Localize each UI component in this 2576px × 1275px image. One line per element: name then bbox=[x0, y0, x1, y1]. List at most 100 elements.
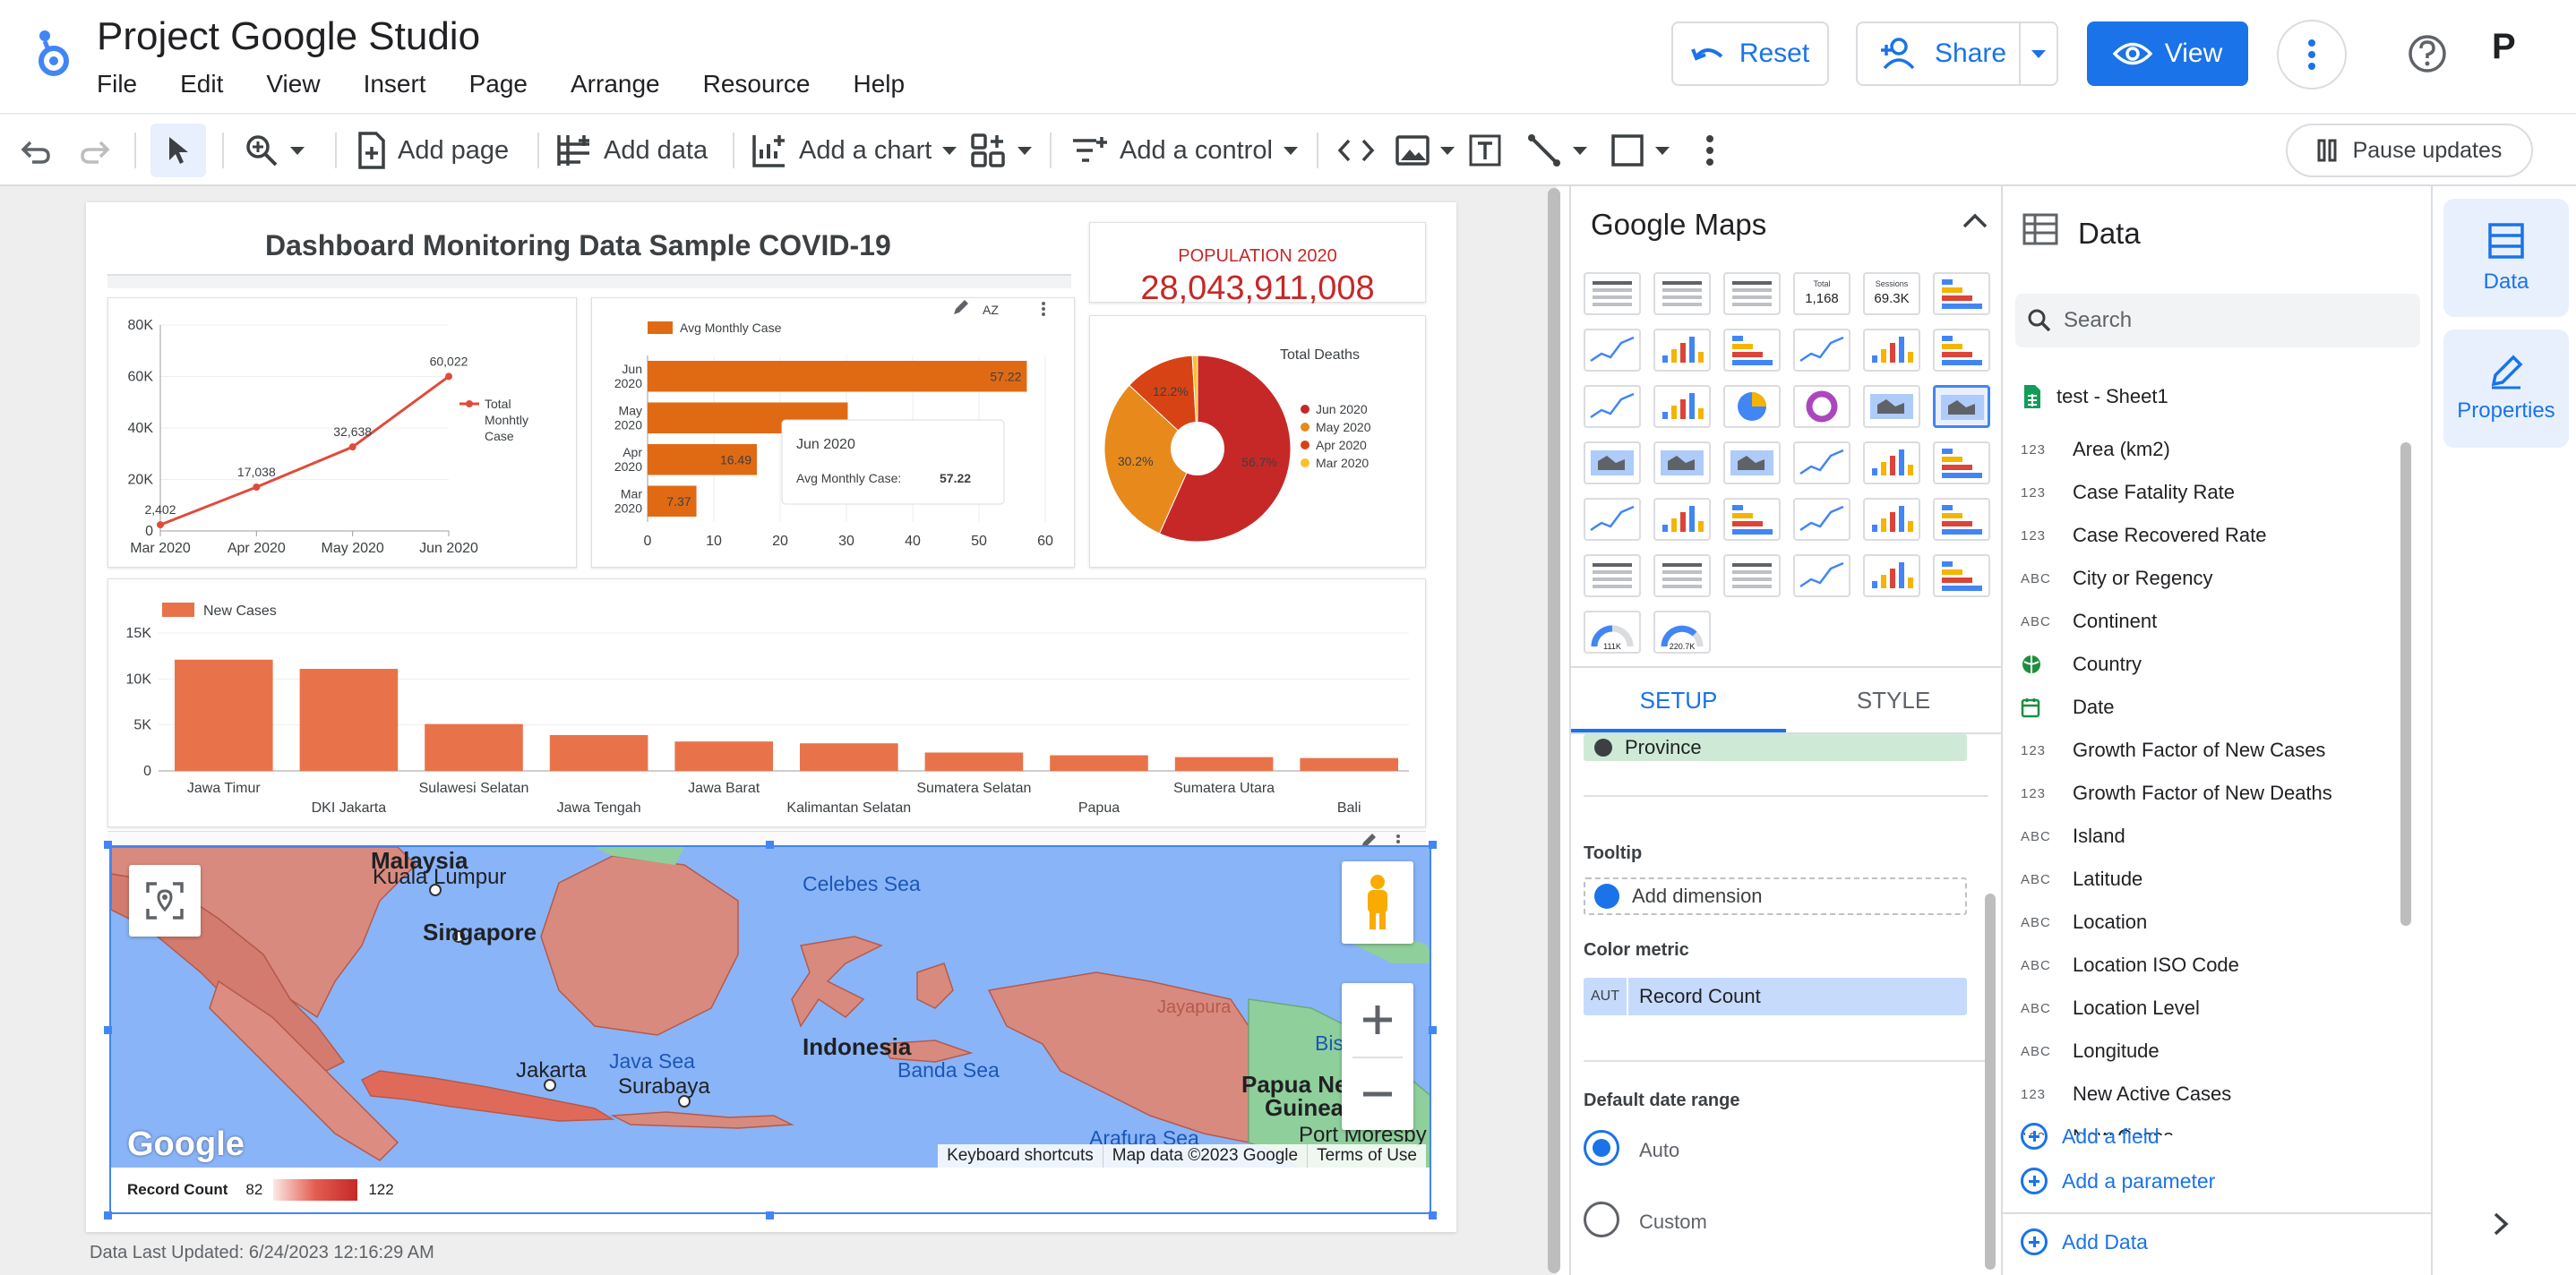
more-vert-dot[interactable] bbox=[1042, 312, 1045, 316]
undo-button[interactable] bbox=[20, 115, 52, 186]
add-parameter-link[interactable]: Add a parameter bbox=[2021, 1168, 2215, 1194]
chart-type-thumb[interactable] bbox=[1584, 329, 1641, 372]
tab-style[interactable]: STYLE bbox=[1786, 668, 2001, 732]
menu-page[interactable]: Page bbox=[469, 70, 528, 98]
data-rail-button[interactable]: Data bbox=[2443, 199, 2569, 317]
new-cases-bar-chart[interactable]: New Cases 0 5K 10K 15K Jawa Timur DKI Jakarta S… bbox=[108, 579, 1427, 828]
chart-type-thumb[interactable] bbox=[1933, 272, 1990, 315]
chart-type-thumb[interactable] bbox=[1653, 329, 1711, 372]
street-view-pegman-button[interactable] bbox=[1342, 861, 1413, 944]
date-range-custom-radio[interactable] bbox=[1584, 1202, 1619, 1237]
chart-type-thumb[interactable] bbox=[1653, 272, 1711, 315]
share-dropdown-chevron-icon[interactable] bbox=[2031, 50, 2046, 58]
community-visualizations-button[interactable] bbox=[969, 115, 1032, 186]
share-button[interactable]: Share bbox=[1856, 21, 2058, 86]
report-title[interactable]: Project Google Studio bbox=[97, 14, 480, 59]
menu-edit[interactable]: Edit bbox=[180, 70, 223, 98]
zoom-button[interactable] bbox=[244, 115, 305, 186]
avatar[interactable]: P bbox=[2492, 27, 2516, 67]
data-field-row[interactable]: ABC Location ISO Code bbox=[2021, 946, 2239, 985]
menu-help[interactable]: Help bbox=[853, 70, 905, 98]
resize-handle[interactable] bbox=[104, 1026, 112, 1034]
chart-type-thumb[interactable] bbox=[1863, 554, 1920, 597]
resize-handle[interactable] bbox=[766, 1211, 774, 1219]
image-button[interactable] bbox=[1395, 115, 1455, 186]
bar[interactable] bbox=[1300, 757, 1398, 771]
line-chart-card[interactable]: 0 20K 40K 60K 80K Mar 2020 Apr 2020 May 2020 Jun… bbox=[107, 297, 577, 568]
data-field-row[interactable]: 123 Case Recovered Rate bbox=[2021, 516, 2266, 555]
resize-handle[interactable] bbox=[766, 841, 774, 849]
bar[interactable] bbox=[1050, 755, 1148, 771]
date-range-auto-radio[interactable] bbox=[1584, 1130, 1619, 1166]
chart-type-thumb[interactable] bbox=[1653, 498, 1711, 541]
data-field-row[interactable]: ABC Latitude bbox=[2021, 860, 2142, 899]
data-field-row[interactable]: ABC Continent bbox=[2021, 602, 2157, 641]
data-field-row[interactable]: ABC City or Regency bbox=[2021, 559, 2213, 598]
chart-type-thumb[interactable]: Total 1,168 bbox=[1793, 272, 1850, 315]
keyboard-shortcuts-link[interactable]: Keyboard shortcuts bbox=[938, 1144, 1103, 1168]
chart-type-thumb[interactable] bbox=[1653, 441, 1711, 484]
chart-type-thumb[interactable] bbox=[1584, 272, 1641, 315]
looker-studio-logo-icon[interactable] bbox=[32, 27, 72, 81]
line-point[interactable] bbox=[445, 372, 452, 381]
avg-monthly-case-bar-chart[interactable]: 0 10 20 30 40 50 60Avg Monthly CaseJun2020 57.2… bbox=[592, 298, 1076, 569]
resize-handle[interactable] bbox=[104, 1211, 112, 1219]
chart-type-thumb[interactable] bbox=[1863, 498, 1920, 541]
chart-type-thumb[interactable] bbox=[1723, 329, 1781, 372]
kpi-scorecard[interactable]: POPULATION 2020 28,043,911,008 bbox=[1089, 222, 1426, 307]
more-vert-dot[interactable] bbox=[1042, 307, 1045, 311]
resize-handle[interactable] bbox=[1429, 1211, 1437, 1219]
total-deaths-pie-chart-card[interactable]: Total Deaths 56.7% 30.2% 12.2% Jun 2020 May 2… bbox=[1089, 315, 1426, 568]
edit-pencil-icon[interactable] bbox=[954, 300, 968, 314]
add-data-link[interactable]: Add Data bbox=[2021, 1228, 2148, 1255]
bar[interactable] bbox=[648, 361, 1027, 392]
collapse-chevron-up-icon[interactable] bbox=[1962, 211, 1988, 229]
add-page-button[interactable]: Add page bbox=[356, 115, 509, 186]
line-point[interactable] bbox=[348, 443, 356, 451]
bar[interactable] bbox=[175, 659, 273, 771]
data-field-row[interactable]: 123 Growth Factor of New Cases bbox=[2021, 731, 2325, 770]
map-zoom-out-button[interactable] bbox=[1342, 1058, 1413, 1130]
chart-type-thumb[interactable] bbox=[1584, 441, 1641, 484]
total-monthly-case-line-chart[interactable]: 0 20K 40K 60K 80K Mar 2020 Apr 2020 May 2020 Jun… bbox=[108, 298, 578, 569]
help-icon[interactable] bbox=[2408, 34, 2447, 73]
chart-type-thumb[interactable] bbox=[1793, 329, 1850, 372]
line-button[interactable] bbox=[1526, 115, 1587, 186]
add-chart-button[interactable]: Add a chart bbox=[751, 115, 957, 186]
data-field-row[interactable]: 123 Area (km2) bbox=[2021, 430, 2170, 469]
chart-type-thumb[interactable] bbox=[1723, 272, 1781, 315]
chart-type-thumb[interactable] bbox=[1933, 385, 1990, 428]
field-search-input[interactable]: Search bbox=[2015, 294, 2420, 347]
select-tool-button[interactable] bbox=[150, 124, 206, 177]
total-deaths-pie-chart[interactable]: Total Deaths 56.7% 30.2% 12.2% Jun 2020 May 2… bbox=[1090, 316, 1427, 569]
chart-type-thumb[interactable]: Sessions 69.3K bbox=[1863, 272, 1920, 315]
chart-type-thumb[interactable] bbox=[1584, 554, 1641, 597]
line-series-total-monthly-case[interactable] bbox=[159, 375, 450, 526]
report-canvas[interactable]: Dashboard Monitoring Data Sample COVID-1… bbox=[0, 186, 1557, 1275]
bar[interactable] bbox=[924, 752, 1024, 771]
google-maps-chart[interactable]: Malaysia Kuala Lumpur Singapore Celebes … bbox=[109, 845, 1431, 1214]
data-field-row[interactable]: 123 New Active Cases bbox=[2021, 1074, 2231, 1114]
color-metric-chip[interactable]: AUT Record Count bbox=[1584, 978, 1967, 1015]
redo-button[interactable] bbox=[79, 115, 111, 186]
data-field-row[interactable]: 123 Case Fatality Rate bbox=[2021, 473, 2235, 512]
data-field-row[interactable]: ABC Island bbox=[2021, 817, 2125, 856]
bar[interactable] bbox=[299, 669, 399, 771]
data-field-row[interactable]: Date bbox=[2021, 688, 2114, 727]
resize-handle[interactable] bbox=[104, 841, 112, 849]
chart-type-thumb[interactable] bbox=[1653, 385, 1711, 428]
chart-type-thumb[interactable] bbox=[1723, 385, 1781, 428]
my-location-button[interactable] bbox=[129, 865, 201, 937]
data-field-row[interactable]: 123 Growth Factor of New Deaths bbox=[2021, 774, 2332, 813]
bar[interactable] bbox=[1174, 757, 1274, 771]
chart-type-thumb[interactable] bbox=[1863, 441, 1920, 484]
chart-type-thumb[interactable] bbox=[1863, 329, 1920, 372]
add-field-link[interactable]: Add a field bbox=[2021, 1123, 2160, 1150]
add-tooltip-dimension-button[interactable]: Add dimension bbox=[1584, 877, 1967, 915]
data-field-row[interactable]: ABC Longitude bbox=[2021, 1031, 2160, 1071]
embed-url-button[interactable] bbox=[1336, 115, 1376, 186]
map-zoom-in-button[interactable] bbox=[1342, 983, 1413, 1057]
chart-type-thumb[interactable] bbox=[1723, 441, 1781, 484]
shape-button[interactable] bbox=[1610, 115, 1670, 186]
more-vert-dot[interactable] bbox=[1042, 302, 1045, 305]
